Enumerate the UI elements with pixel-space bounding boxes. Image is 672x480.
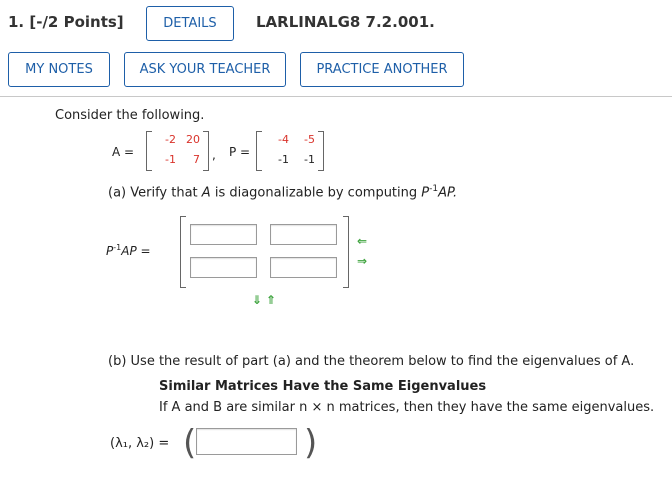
theorem-body: If A and B are similar n × n matrices, t… — [159, 400, 655, 415]
matrix-p-cell: -1 — [278, 153, 289, 166]
comma: , — [212, 148, 216, 162]
answer-input-r2c1[interactable] — [190, 257, 257, 278]
question-header: 1. [-/2 Points] — [8, 13, 124, 31]
matrix-a-cell: 20 — [186, 133, 200, 146]
result-right-bracket — [343, 216, 349, 288]
matrix-p-cell: -1 — [304, 153, 315, 166]
add-row-arrow-icon[interactable]: ⇓ — [252, 293, 262, 307]
problem-code: LARLINALG8 7.2.001. — [256, 13, 435, 31]
matrix-p-cell: -4 — [278, 133, 289, 146]
matrix-a-left-bracket — [146, 131, 152, 171]
matrix-p-left-bracket — [256, 131, 262, 171]
intro-text: Consider the following. — [55, 108, 205, 123]
eigenvalue-input[interactable] — [196, 428, 297, 455]
details-button[interactable]: DETAILS — [146, 6, 234, 41]
matrix-p-label: P = — [229, 145, 251, 159]
part-a-text: (a) Verify that A is diagonalizable by c… — [108, 184, 458, 201]
divider — [0, 96, 672, 97]
question-number: 1. — [8, 13, 25, 31]
practice-another-button[interactable]: PRACTICE ANOTHER — [300, 52, 464, 87]
right-paren: ) — [304, 423, 318, 463]
my-notes-button[interactable]: MY NOTES — [8, 52, 110, 87]
answer-input-r1c1[interactable] — [190, 224, 257, 245]
points-label: [-/2 Points] — [29, 13, 124, 31]
result-label: P-1AP = — [106, 243, 151, 258]
matrix-p-cell: -5 — [304, 133, 315, 146]
matrix-a-label: A = — [112, 145, 135, 159]
answer-input-r1c2[interactable] — [270, 224, 337, 245]
matrix-a-cell: 7 — [193, 153, 200, 166]
part-b-text: (b) Use the result of part (a) and the t… — [108, 354, 635, 369]
left-paren: ( — [183, 423, 197, 463]
eigenvalue-label: (λ₁, λ₂) = — [110, 436, 170, 451]
matrix-a-right-bracket — [203, 131, 209, 171]
add-column-arrow-icon[interactable]: ⇒ — [357, 254, 367, 268]
matrix-a-cell: -1 — [165, 153, 176, 166]
matrix-a-cell: -2 — [165, 133, 176, 146]
remove-row-arrow-icon[interactable]: ⇑ — [266, 293, 276, 307]
theorem-title: Similar Matrices Have the Same Eigenvalu… — [159, 379, 487, 394]
answer-input-r2c2[interactable] — [270, 257, 337, 278]
result-left-bracket — [180, 216, 186, 288]
matrix-p-right-bracket — [318, 131, 324, 171]
ask-teacher-button[interactable]: ASK YOUR TEACHER — [124, 52, 286, 87]
remove-column-arrow-icon[interactable]: ⇐ — [357, 234, 367, 248]
